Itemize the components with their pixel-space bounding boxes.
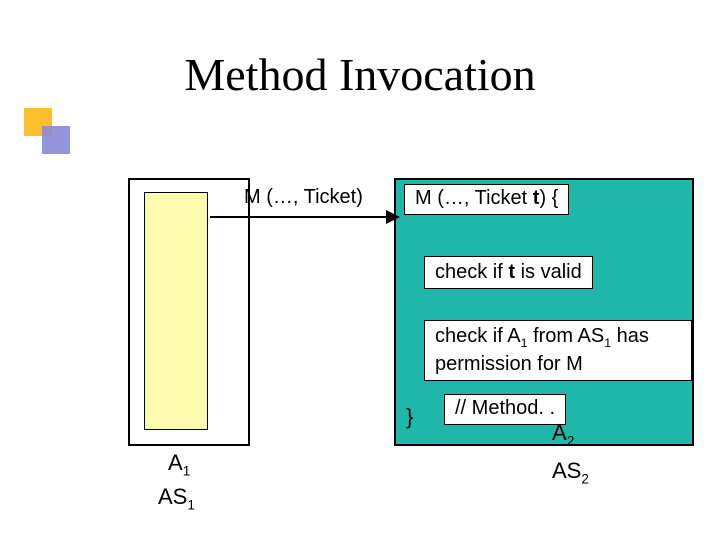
callee-signature-suf: ) { [539,187,558,209]
check2-mid: from AS [528,325,605,347]
label-a1: A1 [168,450,190,478]
label-a2-base: A [552,420,567,445]
label-as2-base: AS [552,458,581,483]
label-a1-sub: 1 [183,463,191,478]
label-as2-sub: 2 [581,471,589,486]
step-check-permission: check if A1 from AS1 has permission for … [424,320,692,381]
invoke-arrow [210,216,388,218]
label-as1: AS1 [158,484,195,512]
label-as2: AS2 [552,458,589,486]
label-a2-sub: 2 [567,433,575,448]
caller-panel [128,178,250,446]
caller-object-a1 [144,192,208,430]
invoke-arrow-head [386,210,400,224]
slide-logo [24,108,70,154]
label-a1-base: A [168,450,183,475]
step-method-body: // Method. . [444,394,566,425]
check1-pre: check if [435,261,508,283]
invoke-label: M (…, Ticket) [244,186,363,209]
brace-close: } [406,404,413,430]
step-check-ticket-valid: check if t is valid [424,256,593,289]
check2-pre: check if A [435,325,521,347]
callee-signature: M (…, Ticket t) { [404,184,569,215]
label-as1-base: AS [158,484,187,509]
label-as1-sub: 1 [187,497,195,512]
label-a2: A2 [552,420,574,448]
check2-sub1: 1 [521,336,528,350]
check1-post: is valid [515,261,582,283]
callee-signature-pre: M (…, Ticket [415,187,533,209]
page-title: Method Invocation [0,48,720,101]
